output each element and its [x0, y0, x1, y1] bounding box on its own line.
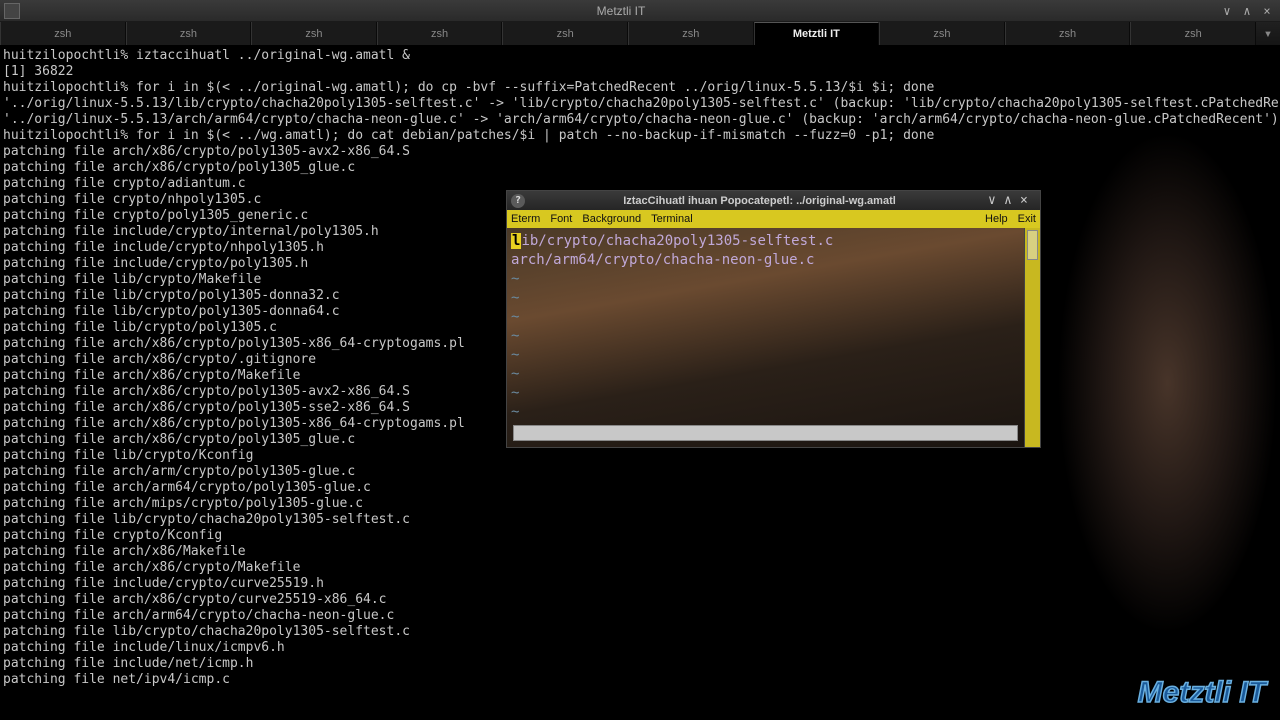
eterm-tilde: ~ [511, 290, 519, 306]
terminal-line: patching file lib/crypto/chacha20poly130… [3, 624, 1280, 640]
terminal-line: patching file arch/arm64/crypto/chacha-n… [3, 608, 1280, 624]
terminal-line: patching file arch/x86/crypto/Makefile [3, 560, 1280, 576]
tab-8[interactable]: zsh [1005, 22, 1131, 45]
eterm-tilde: ~ [511, 347, 519, 363]
tab-strip: zshzshzshzshzshzshMetztli ITzshzshzsh▾ [0, 22, 1280, 46]
scrollbar-thumb[interactable] [1027, 230, 1038, 260]
menu-terminal[interactable]: Terminal [651, 213, 693, 225]
terminal-line: patching file net/ipv4/icmp.c [3, 672, 1280, 688]
terminal-line: huitzilopochtli% for i in $(< ../origina… [3, 80, 1280, 96]
eterm-tilde: ~ [511, 404, 519, 420]
tab-0[interactable]: zsh [0, 22, 126, 45]
eterm-scrollbar[interactable] [1024, 228, 1040, 447]
eterm-maximize-button[interactable]: ∧ [1004, 193, 1020, 208]
minimize-button[interactable]: ∨ [1218, 4, 1236, 18]
terminal-line: patching file crypto/Kconfig [3, 528, 1280, 544]
terminal-line: patching file arch/arm64/crypto/poly1305… [3, 480, 1280, 496]
eterm-tilde: ~ [511, 309, 519, 325]
tab-3[interactable]: zsh [377, 22, 503, 45]
terminal-line: patching file arch/mips/crypto/poly1305-… [3, 496, 1280, 512]
tab-2[interactable]: zsh [251, 22, 377, 45]
terminal-line: '../orig/linux-5.5.13/lib/crypto/chacha2… [3, 96, 1280, 112]
window-title: Metztli IT [26, 4, 1216, 18]
terminal-line: huitzilopochtli% for i in $(< ../wg.amat… [3, 128, 1280, 144]
eterm-menubar: Eterm Font Background Terminal Help Exit [507, 210, 1040, 228]
eterm-tilde: ~ [511, 271, 519, 287]
eterm-tilde: ~ [511, 366, 519, 382]
terminal-line: patching file include/crypto/curve25519.… [3, 576, 1280, 592]
menu-exit[interactable]: Exit [1018, 213, 1036, 225]
menu-help[interactable]: Help [985, 213, 1008, 225]
terminal-line: patching file lib/crypto/Kconfig [3, 448, 1280, 464]
menu-background[interactable]: Background [582, 213, 641, 225]
maximize-button[interactable]: ∧ [1238, 4, 1256, 18]
watermark-text: Metztli IT [1138, 676, 1266, 710]
terminal-line: [1] 36822 [3, 64, 1280, 80]
help-icon[interactable]: ? [511, 194, 525, 208]
tab-4[interactable]: zsh [502, 22, 628, 45]
terminal-line: patching file lib/crypto/chacha20poly130… [3, 512, 1280, 528]
menu-font[interactable]: Font [550, 213, 572, 225]
app-icon [4, 3, 20, 19]
tab-1[interactable]: zsh [126, 22, 252, 45]
terminal-line: patching file arch/x86/crypto/curve25519… [3, 592, 1280, 608]
terminal-line: patching file arch/arm/crypto/poly1305-g… [3, 464, 1280, 480]
eterm-minimize-button[interactable]: ∨ [988, 193, 1004, 208]
tab-add-button[interactable]: ▾ [1256, 22, 1280, 45]
tab-7[interactable]: zsh [879, 22, 1005, 45]
eterm-close-button[interactable]: × [1020, 193, 1036, 208]
eterm-window[interactable]: ? IztacCihuatl ihuan Popocatepetl: ../or… [506, 190, 1041, 448]
terminal-line: patching file include/net/icmp.h [3, 656, 1280, 672]
eterm-titlebar[interactable]: ? IztacCihuatl ihuan Popocatepetl: ../or… [507, 191, 1040, 210]
terminal-line: '../orig/linux-5.5.13/arch/arm64/crypto/… [3, 112, 1280, 128]
eterm-command-input[interactable] [513, 425, 1018, 441]
menu-eterm[interactable]: Eterm [511, 213, 540, 225]
close-button[interactable]: × [1258, 4, 1276, 18]
tab-9[interactable]: zsh [1130, 22, 1256, 45]
tab-5[interactable]: zsh [628, 22, 754, 45]
terminal-line: patching file arch/x86/Makefile [3, 544, 1280, 560]
eterm-line-1: ib/crypto/chacha20poly1305-selftest.c [521, 233, 833, 249]
tab-6[interactable]: Metztli IT [754, 22, 880, 45]
terminal-line: patching file arch/x86/crypto/poly1305_g… [3, 160, 1280, 176]
terminal-line: patching file arch/x86/crypto/poly1305-a… [3, 144, 1280, 160]
main-titlebar: Metztli IT ∨ ∧ × [0, 0, 1280, 22]
eterm-content[interactable]: lib/crypto/chacha20poly1305-selftest.c a… [507, 228, 1024, 447]
eterm-line-2: arch/arm64/crypto/chacha-neon-glue.c [511, 252, 814, 268]
eterm-body[interactable]: lib/crypto/chacha20poly1305-selftest.c a… [507, 228, 1040, 447]
eterm-title: IztacCihuatl ihuan Popocatepetl: ../orig… [531, 195, 988, 207]
eterm-cursor: l [511, 233, 521, 249]
eterm-tilde: ~ [511, 328, 519, 344]
eterm-tilde: ~ [511, 385, 519, 401]
terminal-line: patching file include/linux/icmpv6.h [3, 640, 1280, 656]
terminal-line: huitzilopochtli% iztaccihuatl ../origina… [3, 48, 1280, 64]
